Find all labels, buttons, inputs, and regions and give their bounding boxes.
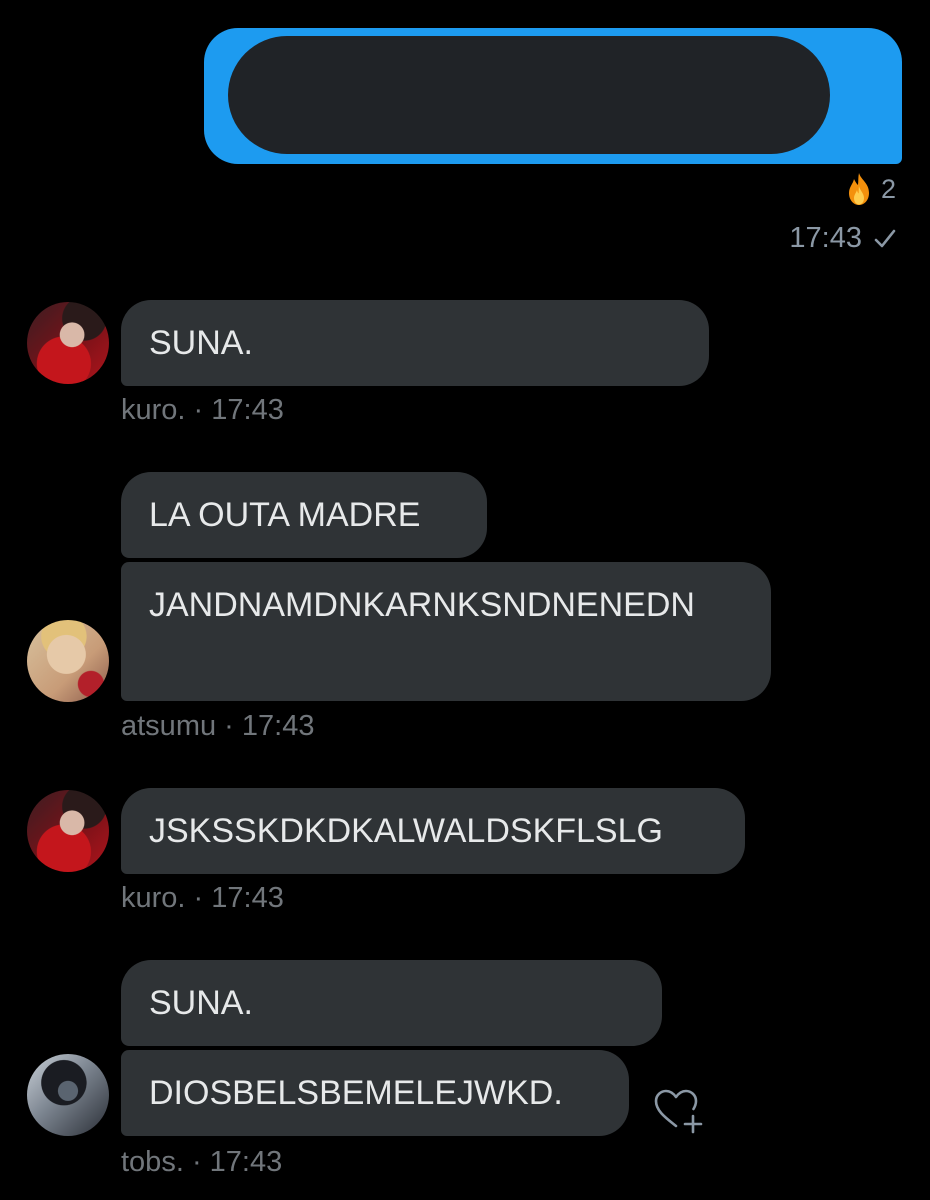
message-time: 17:43 — [241, 710, 315, 742]
reaction-badge[interactable]: 2 — [845, 172, 896, 206]
message-text: DIOSBELSBEMELEJWKD. — [149, 1074, 563, 1112]
message-text: JANDNAMDNKARNKSNDNENEDN — [149, 586, 695, 624]
message-bubble[interactable]: LA OUTA MADRE — [121, 472, 487, 558]
message-bubble[interactable]: SUNA. — [121, 300, 709, 386]
message-bubble[interactable]: SUNA. — [121, 960, 662, 1046]
meta-separator: · — [224, 710, 234, 742]
sender-name: kuro. — [121, 882, 186, 914]
message-meta: kuro. · 17:43 — [121, 882, 284, 915]
message-meta: atsumu · 17:43 — [121, 710, 314, 743]
meta-separator: · — [191, 1146, 202, 1178]
outgoing-message-bubble[interactable] — [204, 28, 902, 164]
outgoing-time: 17:43 — [789, 222, 862, 254]
meta-separator: · — [193, 394, 204, 426]
message-meta: kuro. · 17:43 — [121, 394, 284, 427]
heart-plus-icon[interactable] — [652, 1086, 704, 1134]
message-time: 17:43 — [211, 394, 284, 426]
message-meta: tobs. · 17:43 — [121, 1146, 282, 1179]
check-icon — [874, 229, 896, 247]
outgoing-meta: 17:43 — [789, 222, 896, 255]
message-bubble[interactable]: JSKSSKDKDKALWALDSKFLSLG — [121, 788, 745, 874]
avatar-tobs[interactable] — [27, 1054, 109, 1136]
message-text: LA OUTA MADRE — [149, 496, 421, 534]
message-text: SUNA. — [149, 324, 253, 362]
avatar-atsumu[interactable] — [27, 620, 109, 702]
message-time: 17:43 — [211, 882, 284, 914]
sender-name: kuro. — [121, 394, 186, 426]
message-bubble[interactable]: DIOSBELSBEMELEJWKD. — [121, 1050, 629, 1136]
message-time: 17:43 — [209, 1146, 283, 1178]
reaction-count: 2 — [880, 173, 896, 204]
meta-separator: · — [193, 882, 204, 914]
fire-icon — [848, 173, 869, 205]
message-text: JSKSSKDKDKALWALDSKFLSLG — [149, 812, 663, 850]
avatar-kuro[interactable] — [27, 790, 109, 872]
redaction-block — [228, 36, 830, 154]
message-text: SUNA. — [149, 984, 253, 1022]
message-bubble[interactable]: JANDNAMDNKARNKSNDNENEDN — [121, 562, 771, 701]
sender-name: tobs. — [121, 1146, 184, 1178]
avatar-kuro[interactable] — [27, 302, 109, 384]
sender-name: atsumu — [121, 710, 217, 742]
